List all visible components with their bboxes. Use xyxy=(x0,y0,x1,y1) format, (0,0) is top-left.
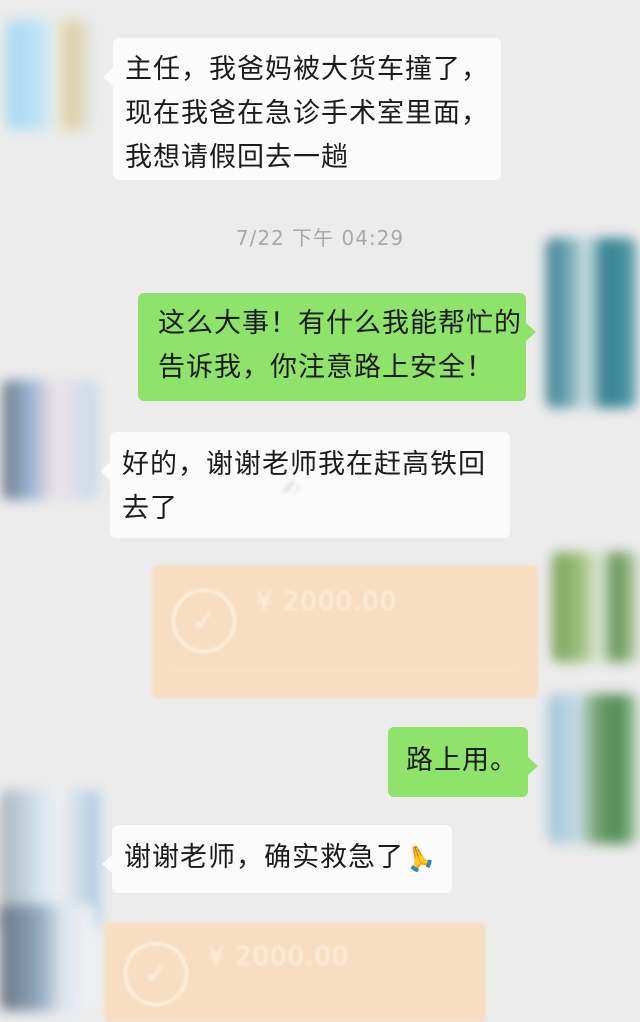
thanks-emoji: 🙏 xyxy=(400,839,439,877)
check-circle-icon: ✓ xyxy=(172,589,236,653)
outgoing-message-bubble[interactable]: 这么大事！有什么我能帮忙的 告诉我，你注意路上安全！ xyxy=(138,293,536,401)
message-line: 路上用。 xyxy=(406,745,518,776)
message-line: 谢谢老师，确实救急了🙏 xyxy=(124,836,452,880)
self-avatar[interactable] xyxy=(548,694,638,844)
transfer-amount: ¥ 2000.00 xyxy=(256,587,398,617)
message-line: 我想请假回去一趟 xyxy=(125,142,349,173)
message-line: 主任，我爸妈被大货车撞了， xyxy=(125,54,489,85)
message-line: 去了 xyxy=(122,493,178,524)
chat-timestamp: 7/22 下午 04:29 xyxy=(235,226,405,250)
incoming-message-bubble[interactable]: 谢谢老师，确实救急了🙏 xyxy=(102,825,452,893)
sender-avatar[interactable] xyxy=(6,20,92,130)
incoming-message-bubble[interactable]: 主任，我爸妈被大货车撞了， 现在我爸在急诊手术室里面， 我想请假回去一趟 xyxy=(103,38,501,180)
self-avatar[interactable] xyxy=(552,552,638,662)
transfer-card[interactable]: ✓ ¥ 2000.00 xyxy=(104,922,486,1022)
message-line: 现在我爸在急诊手术室里面， xyxy=(125,98,489,129)
transfer-amount: ¥ 2000.00 xyxy=(208,942,350,972)
watermark: ✍︎ xyxy=(282,476,301,501)
transfer-divider xyxy=(172,669,518,670)
message-line: 这么大事！有什么我能帮忙的 xyxy=(158,308,522,339)
outgoing-message-bubble[interactable]: 路上用。 xyxy=(388,727,538,797)
message-text: 谢谢老师，确实救急了 xyxy=(124,842,404,873)
message-line: 好的，谢谢老师我在赶高铁回 xyxy=(122,449,486,480)
self-avatar[interactable] xyxy=(546,238,636,408)
message-line: 告诉我，你注意路上安全！ xyxy=(158,352,494,383)
incoming-message-bubble[interactable]: 好的，谢谢老师我在赶高铁回 去了 xyxy=(100,432,510,538)
check-circle-icon: ✓ xyxy=(124,942,188,1006)
transfer-card[interactable]: ✓ ¥ 2000.00 xyxy=(152,565,538,698)
sender-avatar[interactable] xyxy=(2,380,98,500)
sender-avatar[interactable] xyxy=(0,905,96,1011)
